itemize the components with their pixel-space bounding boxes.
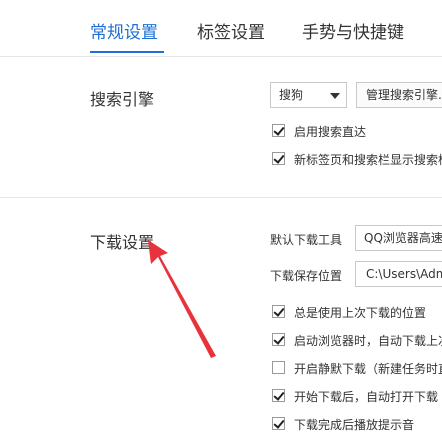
checkmark-icon xyxy=(273,417,285,429)
tab-tab-settings[interactable]: 标签设置 xyxy=(197,18,265,43)
download-settings-title: 下载设置 xyxy=(90,233,155,252)
checkbox[interactable] xyxy=(272,305,285,318)
save-location-label: 下载保存位置 xyxy=(270,269,343,283)
tab-general[interactable]: 常规设置 xyxy=(90,18,158,43)
search-engine-select[interactable]: 搜狗 xyxy=(270,82,347,108)
option-label: 开启静默下载（新建任务时直接 xyxy=(294,362,442,376)
checkbox[interactable] xyxy=(272,124,285,137)
checkmark-icon xyxy=(273,305,285,317)
option-label: 启用搜索直达 xyxy=(294,125,367,139)
option-label: 启动浏览器时，自动下载上次 xyxy=(294,334,442,348)
default-download-tool-select[interactable]: QQ浏览器高速下载 xyxy=(355,225,442,251)
manage-search-engines-button[interactable]: 管理搜索引擎... xyxy=(356,82,442,108)
default-download-tool-value: QQ浏览器高速下载 xyxy=(364,231,442,245)
default-download-tool-label: 默认下载工具 xyxy=(270,233,343,247)
checkbox[interactable] xyxy=(272,417,285,430)
checkbox[interactable] xyxy=(272,389,285,402)
save-location-field[interactable]: C:\Users\Admin xyxy=(355,261,442,287)
option-label: 开始下载后，自动打开下载 xyxy=(294,390,439,404)
checkbox[interactable] xyxy=(272,152,285,165)
checkbox[interactable] xyxy=(272,361,285,374)
tabs-divider xyxy=(0,56,442,57)
search-engine-select-value: 搜狗 xyxy=(279,88,304,102)
search-engine-title: 搜索引擎 xyxy=(90,90,155,109)
chevron-down-icon xyxy=(330,93,340,99)
checkmark-icon xyxy=(273,389,285,401)
tab-gestures-shortcuts[interactable]: 手势与快捷键 xyxy=(302,18,404,43)
checkbox[interactable] xyxy=(272,333,285,346)
checkmark-icon xyxy=(273,124,285,136)
checkmark-icon xyxy=(273,333,285,345)
arrow-shape xyxy=(148,240,216,358)
option-label: 新标签页和搜索栏显示搜索框 xyxy=(294,153,442,167)
option-label: 下载完成后播放提示音 xyxy=(294,418,415,432)
checkmark-icon xyxy=(273,152,285,164)
active-tab-indicator xyxy=(90,51,164,53)
section-divider xyxy=(0,197,442,198)
option-label: 总是使用上次下载的位置 xyxy=(294,306,427,320)
